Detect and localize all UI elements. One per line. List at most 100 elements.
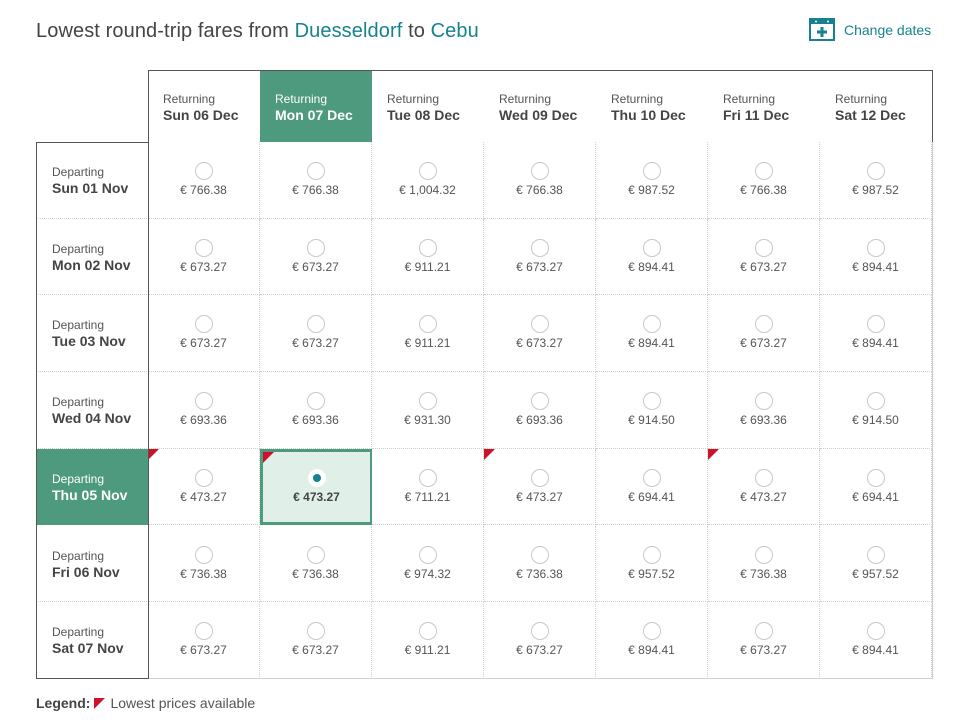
fare-radio[interactable] <box>194 315 213 334</box>
fare-radio[interactable] <box>418 392 437 411</box>
fare-cell[interactable]: € 673.27 <box>708 602 820 679</box>
row-header-depart-date[interactable]: Departing Sat 07 Nov <box>36 602 149 679</box>
column-header-return-date[interactable]: Returning Fri 11 Dec <box>708 70 821 142</box>
fare-cell[interactable]: € 987.52 <box>820 142 932 219</box>
fare-cell[interactable]: € 987.52 <box>596 142 708 219</box>
fare-cell[interactable]: € 894.41 <box>820 602 932 679</box>
fare-cell[interactable]: € 894.41 <box>820 295 932 373</box>
row-header-depart-date[interactable]: Departing Thu 05 Nov <box>36 448 149 526</box>
fare-radio[interactable] <box>530 238 549 257</box>
fare-cell[interactable]: € 673.27 <box>260 218 372 296</box>
column-header-return-date[interactable]: Returning Sun 06 Dec <box>148 70 261 142</box>
fare-radio[interactable] <box>866 545 885 564</box>
fare-cell[interactable]: € 911.21 <box>372 295 484 373</box>
fare-radio-selected[interactable] <box>307 468 326 487</box>
fare-cell[interactable]: € 473.27 <box>484 448 596 526</box>
fare-radio[interactable] <box>642 392 661 411</box>
fare-cell[interactable]: € 736.38 <box>260 525 372 603</box>
fare-radio[interactable] <box>418 468 437 487</box>
fare-cell[interactable]: € 693.36 <box>484 372 596 449</box>
fare-radio[interactable] <box>306 392 325 411</box>
fare-radio[interactable] <box>754 392 773 411</box>
row-header-depart-date[interactable]: Departing Mon 02 Nov <box>36 218 149 296</box>
fare-radio[interactable] <box>194 238 213 257</box>
fare-cell[interactable]: € 957.52 <box>820 525 932 603</box>
fare-radio[interactable] <box>754 622 773 641</box>
fare-cell[interactable]: € 911.21 <box>372 602 484 679</box>
fare-radio[interactable] <box>306 238 325 257</box>
fare-radio[interactable] <box>642 162 661 180</box>
row-header-depart-date[interactable]: Departing Wed 04 Nov <box>36 372 149 449</box>
fare-radio[interactable] <box>642 622 661 641</box>
row-header-depart-date[interactable]: Departing Fri 06 Nov <box>36 525 149 603</box>
row-header-depart-date[interactable]: Departing Tue 03 Nov <box>36 295 149 373</box>
fare-radio[interactable] <box>418 162 437 180</box>
fare-radio[interactable] <box>866 162 885 180</box>
fare-radio[interactable] <box>754 468 773 487</box>
fare-cell[interactable]: € 473.27 <box>708 448 820 526</box>
fare-cell[interactable]: € 673.27 <box>484 602 596 679</box>
fare-radio[interactable] <box>866 238 885 257</box>
fare-cell[interactable]: € 673.27 <box>148 295 260 373</box>
fare-cell[interactable]: € 694.41 <box>820 448 932 526</box>
fare-cell[interactable]: € 673.27 <box>148 218 260 296</box>
row-header-depart-date[interactable]: Departing Sun 01 Nov <box>36 142 149 219</box>
fare-cell[interactable]: € 694.41 <box>596 448 708 526</box>
fare-cell[interactable]: € 673.27 <box>148 602 260 679</box>
fare-cell[interactable]: € 931.30 <box>372 372 484 449</box>
fare-radio[interactable] <box>306 545 325 564</box>
fare-radio[interactable] <box>866 392 885 411</box>
fare-cell[interactable]: € 693.36 <box>708 372 820 449</box>
fare-radio[interactable] <box>530 468 549 487</box>
fare-radio[interactable] <box>754 238 773 257</box>
fare-cell[interactable]: € 894.41 <box>820 218 932 296</box>
fare-cell[interactable]: € 473.27 <box>148 448 260 526</box>
fare-cell[interactable]: € 673.27 <box>484 218 596 296</box>
fare-radio[interactable] <box>194 622 213 641</box>
fare-cell[interactable]: € 711.21 <box>372 448 484 526</box>
fare-cell[interactable]: € 736.38 <box>148 525 260 603</box>
destination-city-link[interactable]: Cebu <box>431 20 479 42</box>
fare-radio[interactable] <box>866 315 885 334</box>
fare-radio[interactable] <box>530 622 549 641</box>
column-header-return-date[interactable]: Returning Sat 12 Dec <box>820 70 933 142</box>
fare-radio[interactable] <box>194 468 213 487</box>
fare-radio[interactable] <box>866 622 885 641</box>
fare-cell[interactable]: € 914.50 <box>596 372 708 449</box>
fare-cell[interactable]: € 894.41 <box>596 218 708 296</box>
fare-cell[interactable]: € 974.32 <box>372 525 484 603</box>
fare-radio[interactable] <box>418 238 437 257</box>
fare-radio[interactable] <box>418 315 437 334</box>
fare-cell[interactable]: € 766.38 <box>708 142 820 219</box>
fare-cell[interactable]: € 473.27 <box>260 448 373 526</box>
column-header-return-date[interactable]: Returning Mon 07 Dec <box>260 70 373 142</box>
fare-radio[interactable] <box>530 545 549 564</box>
fare-radio[interactable] <box>642 315 661 334</box>
fare-cell[interactable]: € 673.27 <box>708 218 820 296</box>
fare-radio[interactable] <box>530 162 549 180</box>
fare-radio[interactable] <box>418 545 437 564</box>
fare-radio[interactable] <box>194 162 213 180</box>
fare-radio[interactable] <box>306 622 325 641</box>
fare-radio[interactable] <box>530 315 549 334</box>
change-dates-button[interactable]: Change dates <box>809 18 931 41</box>
fare-cell[interactable]: € 736.38 <box>708 525 820 603</box>
fare-cell[interactable]: € 1,004.32 <box>372 142 484 219</box>
fare-radio[interactable] <box>866 468 885 487</box>
origin-city-link[interactable]: Duesseldorf <box>295 20 403 42</box>
fare-radio[interactable] <box>306 162 325 180</box>
fare-radio[interactable] <box>754 162 773 180</box>
fare-cell[interactable]: € 911.21 <box>372 218 484 296</box>
fare-radio[interactable] <box>754 545 773 564</box>
fare-cell[interactable]: € 766.38 <box>148 142 260 219</box>
fare-cell[interactable]: € 673.27 <box>484 295 596 373</box>
fare-radio[interactable] <box>306 315 325 334</box>
fare-cell[interactable]: € 766.38 <box>484 142 596 219</box>
column-header-return-date[interactable]: Returning Tue 08 Dec <box>372 70 485 142</box>
fare-cell[interactable]: € 673.27 <box>260 295 372 373</box>
column-header-return-date[interactable]: Returning Wed 09 Dec <box>484 70 597 142</box>
fare-cell[interactable]: € 673.27 <box>708 295 820 373</box>
fare-cell[interactable]: € 693.36 <box>148 372 260 449</box>
fare-radio[interactable] <box>194 392 213 411</box>
fare-radio[interactable] <box>194 545 213 564</box>
